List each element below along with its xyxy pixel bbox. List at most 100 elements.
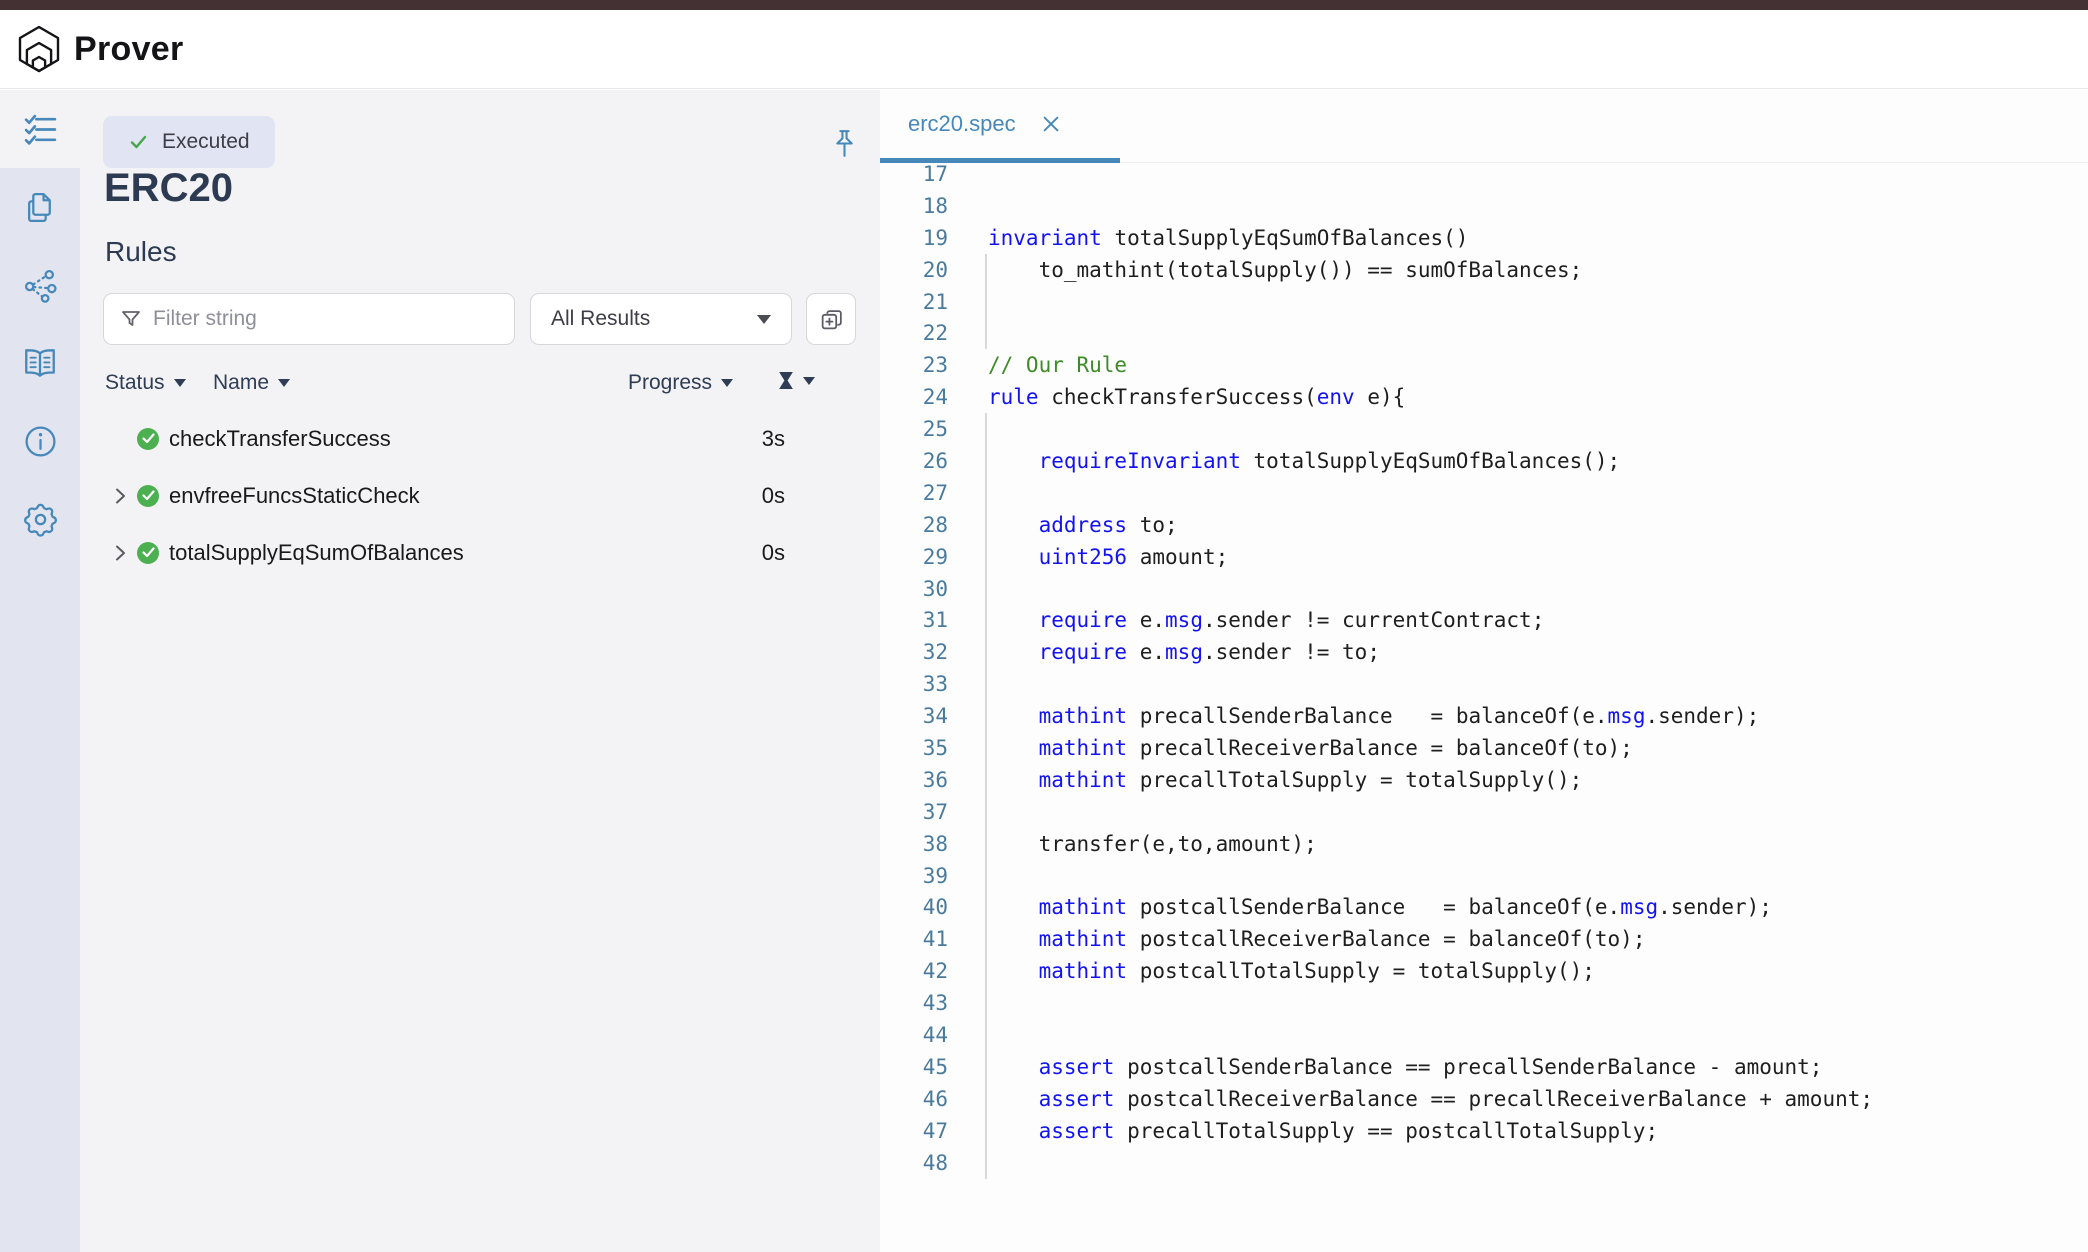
editor-tab[interactable]: erc20.spec	[880, 90, 1090, 158]
sidebar-item-settings[interactable]	[0, 480, 80, 558]
rule-name: checkTransferSuccess	[169, 426, 391, 452]
indent-guide	[985, 1115, 987, 1147]
line-number: 27	[880, 481, 948, 505]
code-line: 35 mathint precallReceiverBalance = bala…	[880, 732, 2088, 764]
indent-guide	[985, 254, 987, 286]
status-ok-icon	[137, 485, 159, 507]
line-number: 47	[880, 1119, 948, 1143]
tab-label: erc20.spec	[908, 111, 1016, 137]
indent-guide	[985, 317, 987, 349]
sidebar-item-docs[interactable]	[0, 324, 80, 402]
indent-guide	[985, 636, 987, 668]
indent-guide	[985, 541, 987, 573]
sidebar-item-rules[interactable]	[0, 90, 80, 168]
code-line: 29 uint256 amount;	[880, 541, 2088, 573]
line-content: address to;	[948, 513, 1178, 537]
line-number: 24	[880, 385, 948, 409]
progress-column-header[interactable]: Progress	[628, 371, 733, 395]
indent-guide	[985, 1083, 987, 1115]
line-number: 39	[880, 864, 948, 888]
rule-row[interactable]: checkTransferSuccess 3s	[80, 410, 880, 467]
indent-guide	[985, 732, 987, 764]
pin-icon	[833, 128, 856, 159]
line-number: 40	[880, 895, 948, 919]
check-icon	[128, 132, 149, 152]
sidebar-item-graph[interactable]	[0, 246, 80, 324]
line-content: require e.msg.sender != currentContract;	[948, 608, 1544, 632]
line-content: require e.msg.sender != to;	[948, 640, 1380, 664]
line-content: // Our Rule	[948, 353, 1127, 377]
line-content: mathint precallTotalSupply = totalSupply…	[948, 768, 1582, 792]
indent-guide	[985, 1147, 987, 1179]
line-number: 17	[880, 163, 948, 186]
line-number: 34	[880, 704, 948, 728]
line-content: mathint precallReceiverBalance = balance…	[948, 736, 1633, 760]
filter-input[interactable]	[153, 307, 498, 331]
copy-plus-icon	[819, 307, 844, 332]
line-number: 26	[880, 449, 948, 473]
rule-duration: 0s	[762, 483, 785, 509]
status-ok-icon	[137, 428, 159, 450]
status-ok-icon	[137, 542, 159, 564]
hourglass-icon	[778, 371, 794, 390]
indent-guide	[985, 923, 987, 955]
line-content: rule checkTransferSuccess(env e){	[948, 385, 1405, 409]
line-content: mathint postcallSenderBalance = balanceO…	[948, 895, 1772, 919]
line-content: assert precallTotalSupply == postcallTot…	[948, 1119, 1658, 1143]
line-number: 42	[880, 959, 948, 983]
rule-row[interactable]: totalSupplyEqSumOfBalances0s	[80, 524, 880, 581]
code-line: 23// Our Rule	[880, 349, 2088, 381]
code-line: 34 mathint precallSenderBalance = balanc…	[880, 700, 2088, 732]
indent-guide	[985, 477, 987, 509]
line-number: 44	[880, 1023, 948, 1047]
prover-logo-icon	[14, 23, 64, 75]
code-line: 49}	[880, 1179, 2088, 1181]
duplicate-button[interactable]	[806, 293, 856, 345]
code-line: 27	[880, 477, 2088, 509]
tab-close-icon[interactable]	[1042, 115, 1060, 133]
code-area[interactable]: 171819invariant totalSupplyEqSumOfBalanc…	[880, 163, 2088, 1180]
sort-caret-icon	[278, 379, 290, 387]
duration-column-header[interactable]	[778, 371, 815, 390]
sidebar-item-info[interactable]	[0, 402, 80, 480]
indent-guide	[985, 286, 987, 318]
line-number: 30	[880, 577, 948, 601]
line-number: 46	[880, 1087, 948, 1111]
code-line: 17	[880, 163, 2088, 190]
line-content: assert postcallSenderBalance == precallS…	[948, 1055, 1822, 1079]
nav-rail	[0, 90, 80, 1252]
code-line: 48	[880, 1147, 2088, 1179]
line-number: 43	[880, 991, 948, 1015]
rule-duration: 3s	[762, 426, 785, 452]
code-line: 20 to_mathint(totalSupply()) == sumOfBal…	[880, 254, 2088, 286]
status-column-header[interactable]: Status	[105, 371, 186, 395]
indent-guide	[985, 413, 987, 445]
status-badge: Executed	[103, 116, 275, 168]
line-number: 20	[880, 258, 948, 282]
results-filter-dropdown[interactable]: All Results	[530, 293, 792, 345]
rule-duration: 0s	[762, 540, 785, 566]
indent-guide	[985, 987, 987, 1019]
filter-input-wrap	[103, 293, 515, 345]
indent-guide	[985, 764, 987, 796]
book-icon	[21, 346, 59, 380]
code-line: 43	[880, 987, 2088, 1019]
rule-row[interactable]: envfreeFuncsStaticCheck0s	[80, 467, 880, 524]
name-column-header[interactable]: Name	[213, 371, 290, 395]
indent-guide	[985, 860, 987, 892]
code-editor-panel: erc20.spec 171819invariant totalSupplyEq…	[880, 90, 2088, 1252]
line-content: uint256 amount;	[948, 545, 1228, 569]
expand-chevron-icon[interactable]	[115, 544, 137, 562]
line-number: 23	[880, 353, 948, 377]
expand-chevron-icon[interactable]	[115, 487, 137, 505]
line-number: 29	[880, 545, 948, 569]
funnel-icon	[120, 308, 142, 330]
code-line: 21	[880, 286, 2088, 318]
line-content: invariant totalSupplyEqSumOfBalances()	[948, 226, 1468, 250]
line-number: 19	[880, 226, 948, 250]
code-line: 33	[880, 668, 2088, 700]
sidebar-item-files[interactable]	[0, 168, 80, 246]
pin-button[interactable]	[828, 126, 860, 160]
line-content: transfer(e,to,amount);	[948, 832, 1317, 856]
code-line: 44	[880, 1019, 2088, 1051]
